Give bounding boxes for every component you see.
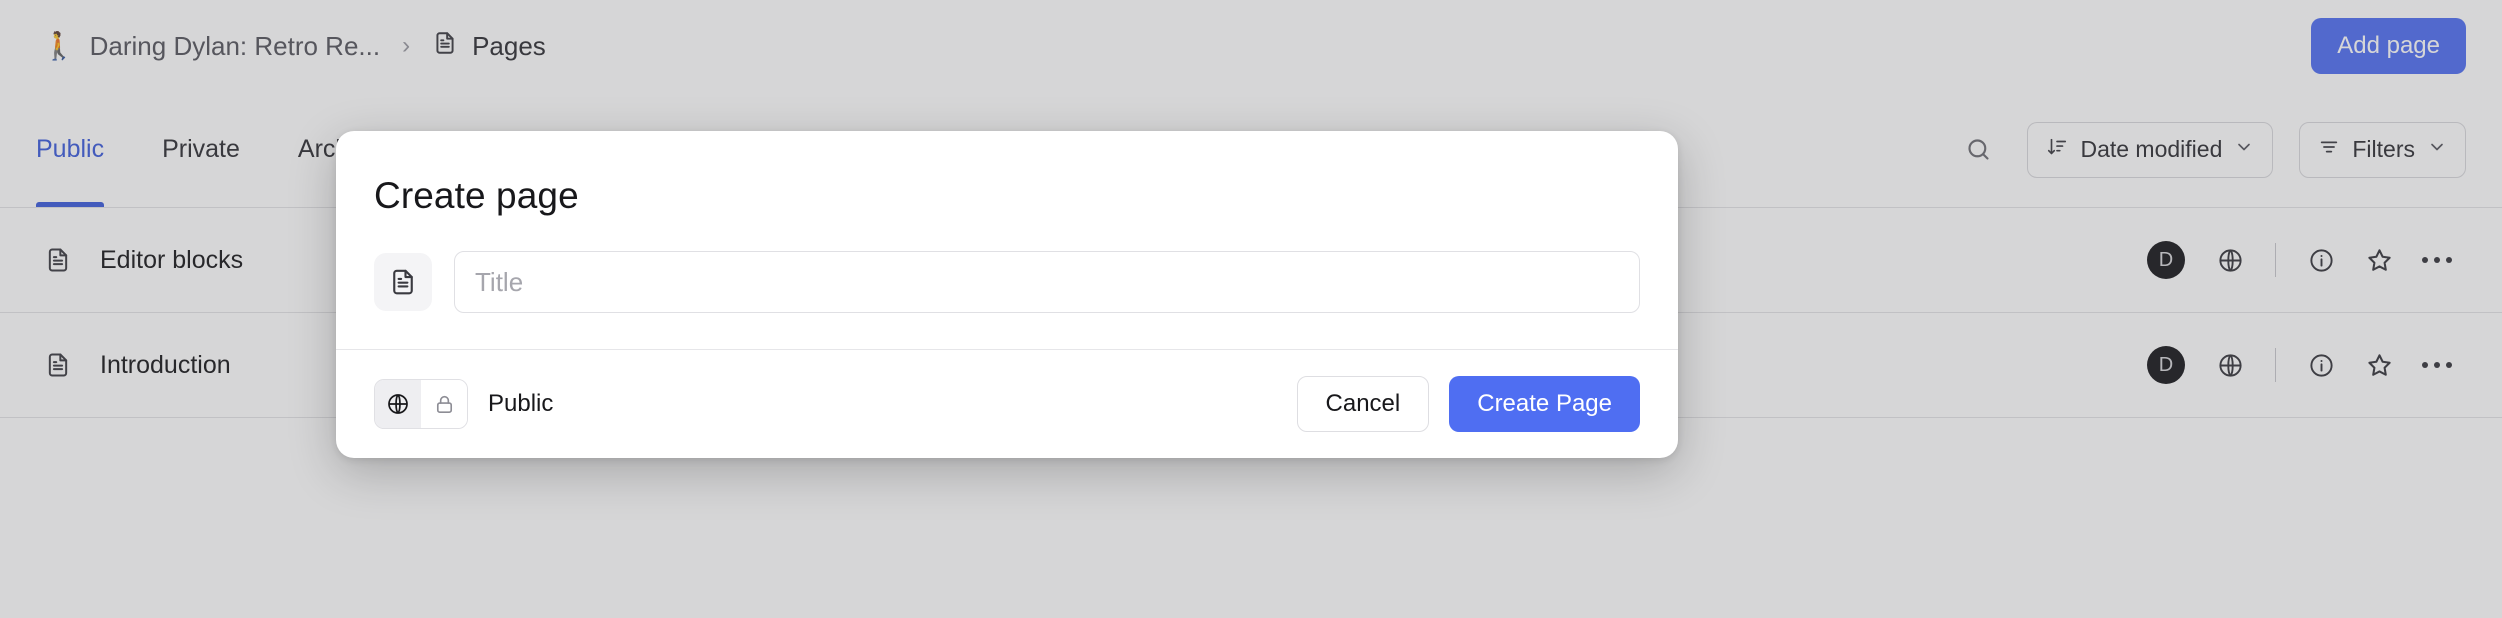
visibility-toggle xyxy=(374,379,468,429)
dialog-body xyxy=(336,217,1678,349)
cancel-button[interactable]: Cancel xyxy=(1296,376,1430,432)
visibility-label: Public xyxy=(488,390,554,417)
dialog-footer: Public Cancel Create Page xyxy=(336,349,1678,458)
page-icon-picker-button[interactable] xyxy=(374,253,432,311)
create-page-dialog: Create page Public Cancel Cre xyxy=(336,131,1678,458)
create-page-button[interactable]: Create Page xyxy=(1449,376,1640,432)
globe-icon[interactable] xyxy=(375,380,421,428)
lock-icon[interactable] xyxy=(421,380,467,428)
dialog-title: Create page xyxy=(374,175,579,216)
page-title-input[interactable] xyxy=(454,251,1640,313)
